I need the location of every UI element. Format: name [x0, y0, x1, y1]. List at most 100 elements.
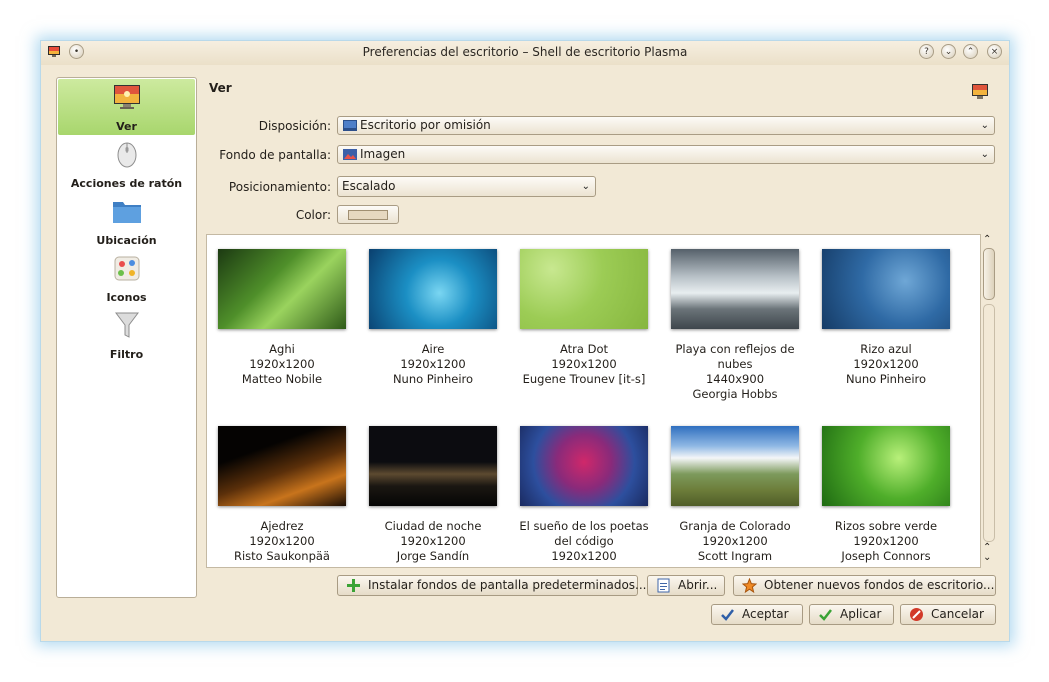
minimize-button[interactable]: ⌄: [941, 44, 956, 59]
sidebar-item-acciones-raton[interactable]: Acciones de ratón: [58, 136, 195, 192]
scrollbar-track[interactable]: [983, 304, 995, 542]
button-label: Aplicar: [840, 607, 882, 621]
wallpaper-value: Imagen: [360, 147, 406, 161]
wallpaper-resolution: 1920x1200: [249, 534, 315, 548]
sidebar-item-iconos[interactable]: Iconos: [58, 250, 195, 306]
layout-label: Disposición:: [258, 119, 331, 133]
wallpaper-thumbnail: [520, 426, 648, 506]
button-label: Obtener nuevos fondos de escritorio...: [764, 578, 995, 592]
icons-palette-icon: [114, 256, 140, 281]
wallpaper-label: Fondo de pantalla:: [219, 148, 331, 162]
maximize-button[interactable]: ⌃: [963, 44, 978, 59]
wallpaper-author: Georgia Hobbs: [692, 387, 778, 401]
apply-button[interactable]: Aplicar: [809, 604, 894, 625]
wallpaper-resolution: 1920x1200: [853, 357, 919, 371]
sidebar-item-label: Acciones de ratón: [70, 177, 183, 190]
sidebar: Ver Acciones de ratón Ubicación Iconos F…: [56, 77, 197, 598]
wallpaper-thumbnail: [520, 249, 648, 329]
wallpaper-item[interactable]: El sueño de los poetas del código 1920x1…: [509, 426, 659, 564]
wallpaper-thumbnail: [671, 426, 799, 506]
wallpaper-author: Nuno Pinheiro: [392, 372, 474, 386]
wallpaper-author: Jorge Sandín: [396, 549, 470, 563]
help-button[interactable]: ?: [919, 44, 934, 59]
wallpaper-name: Aire: [421, 342, 445, 356]
folder-icon: [113, 202, 141, 223]
wallpaper-item[interactable]: Rizos sobre verde 1920x1200 Joseph Conno…: [811, 426, 961, 564]
sidebar-item-filtro[interactable]: Filtro: [58, 307, 195, 363]
wallpaper-resolution: 1920x1200: [400, 357, 466, 371]
positioning-label: Posicionamiento:: [228, 180, 331, 194]
wallpaper-item[interactable]: Atra Dot 1920x1200 Eugene Trounev [it-s]: [509, 249, 659, 387]
wallpaper-item[interactable]: Aire 1920x1200 Nuno Pinheiro: [358, 249, 508, 387]
wallpaper-name: Rizo azul: [860, 342, 912, 356]
sidebar-item-ubicacion[interactable]: Ubicación: [58, 193, 195, 249]
wallpaper-item[interactable]: Playa con reflejos de nubes 1440x900 Geo…: [660, 249, 810, 402]
sidebar-item-label: Ver: [116, 120, 137, 133]
wallpaper-thumbnail: [822, 426, 950, 506]
wallpaper-combo[interactable]: Imagen ⌄: [337, 145, 995, 164]
wallpaper-resolution: 1920x1200: [400, 534, 466, 548]
wallpaper-resolution: 1920x1200: [249, 357, 315, 371]
scrollbar-thumb[interactable]: [983, 248, 995, 300]
document-icon: [657, 578, 670, 593]
preferences-window: • Preferencias del escritorio – Shell de…: [40, 40, 1010, 642]
wallpaper-author: Risto Saukonpää: [234, 549, 330, 563]
cancel-button[interactable]: Cancelar: [900, 604, 996, 625]
button-label: Instalar fondos de pantalla predetermina…: [368, 578, 647, 592]
wallpaper-item[interactable]: Rizo azul 1920x1200 Nuno Pinheiro: [811, 249, 961, 387]
wallpaper-author: Scott Ingram: [697, 549, 773, 563]
accept-button[interactable]: Aceptar: [711, 604, 803, 625]
wallpaper-item[interactable]: Ajedrez 1920x1200 Risto Saukonpää: [207, 426, 357, 564]
wallpaper-item[interactable]: Aghi 1920x1200 Matteo Nobile: [207, 249, 357, 387]
layout-combo[interactable]: Escritorio por omisión ⌄: [337, 116, 995, 135]
wallpaper-name: Aghi: [269, 342, 295, 356]
wallpaper-author: Matteo Nobile: [241, 372, 323, 386]
scroll-up-icon[interactable]: ⌃: [983, 234, 991, 245]
chevron-down-icon: ⌄: [581, 181, 590, 192]
desktop-icon: [343, 120, 357, 131]
wallpaper-resolution: 1440x900: [705, 372, 765, 386]
open-button[interactable]: Abrir...: [647, 575, 725, 596]
wallpaper-name: El sueño de los poetas del código: [519, 519, 649, 548]
wallpaper-name: Granja de Colorado: [679, 519, 791, 533]
wallpaper-name: Ajedrez: [260, 519, 304, 533]
close-button[interactable]: ×: [987, 44, 1002, 59]
monitor-icon: [972, 84, 988, 99]
wallpaper-thumbnail: [671, 249, 799, 329]
wallpaper-thumbnail: [822, 249, 950, 329]
sidebar-item-label: Ubicación: [96, 234, 157, 247]
monitor-icon: [114, 85, 140, 109]
layout-value: Escritorio por omisión: [360, 118, 491, 132]
button-label: Cancelar: [931, 607, 984, 621]
scroll-down-icon[interactable]: ⌄: [983, 552, 991, 563]
title-bar[interactable]: • Preferencias del escritorio – Shell de…: [41, 41, 1009, 65]
positioning-combo[interactable]: Escalado ⌄: [337, 176, 596, 197]
wallpaper-item[interactable]: Granja de Colorado 1920x1200 Scott Ingra…: [660, 426, 810, 564]
wallpaper-thumbnail: [369, 249, 497, 329]
window-title: Preferencias del escritorio – Shell de e…: [362, 45, 688, 59]
color-button[interactable]: [337, 205, 399, 224]
color-swatch: [348, 210, 388, 220]
wallpaper-name: Atra Dot: [559, 342, 608, 356]
wallpaper-resolution: 1920x1200: [551, 549, 617, 563]
checkmark-icon: [819, 609, 832, 621]
vertical-scrollbar[interactable]: ⌃ ⌃ ⌄: [981, 234, 996, 566]
get-new-wallpapers-button[interactable]: Obtener nuevos fondos de escritorio...: [733, 575, 996, 596]
sidebar-item-ver[interactable]: Ver: [58, 79, 195, 135]
button-label: Abrir...: [678, 578, 718, 592]
install-wallpapers-button[interactable]: Instalar fondos de pantalla predetermina…: [337, 575, 647, 596]
wallpaper-author: Eugene Trounev [it-s]: [522, 372, 646, 386]
sidebar-item-label: Iconos: [106, 291, 147, 304]
positioning-value: Escalado: [342, 179, 396, 193]
button-label: Aceptar: [742, 607, 789, 621]
wallpaper-thumbnail: [369, 426, 497, 506]
color-label: Color:: [295, 208, 331, 222]
image-icon: [343, 149, 357, 160]
sidebar-item-label: Filtro: [109, 348, 144, 361]
page-title: Ver: [209, 81, 232, 95]
wallpaper-name: Playa con reflejos de nubes: [675, 342, 795, 371]
wallpaper-item[interactable]: Ciudad de noche 1920x1200 Jorge Sandín: [358, 426, 508, 564]
wallpaper-name: Rizos sobre verde: [834, 519, 938, 533]
star-icon: [742, 578, 757, 593]
wallpaper-grid[interactable]: Aghi 1920x1200 Matteo Nobile Aire 1920x1…: [206, 234, 981, 568]
